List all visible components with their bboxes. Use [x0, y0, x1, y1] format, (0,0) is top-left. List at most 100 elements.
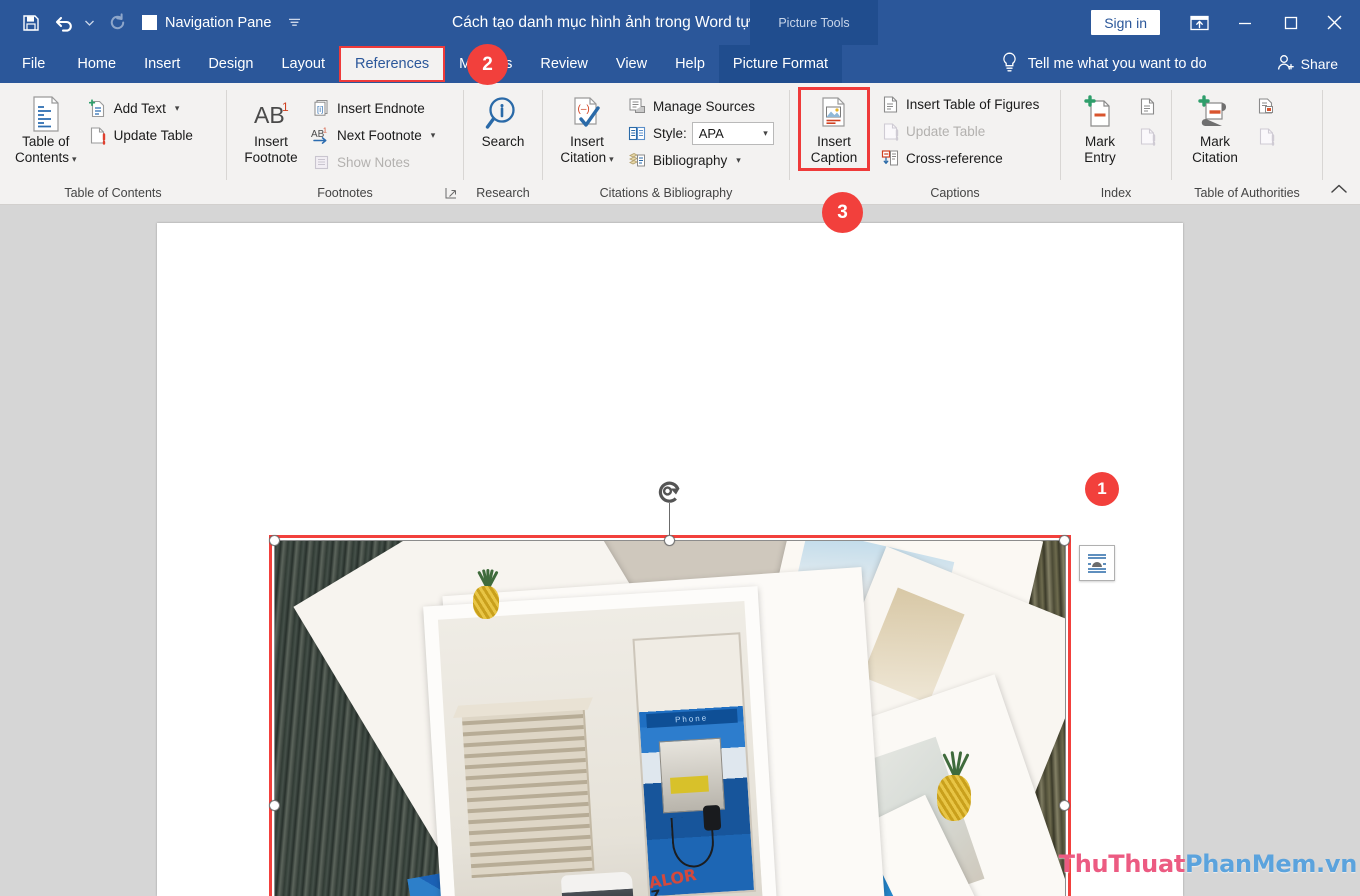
chevron-down-icon: ▾: [609, 154, 614, 164]
group-divider: [1322, 90, 1323, 180]
tell-me-and-share: Tell me what you want to do Share: [1001, 45, 1360, 83]
insert-endnote-button[interactable]: [i] Insert Endnote: [307, 95, 442, 121]
document-area[interactable]: Phone ALOR Z ThuThuatPhanMem.vn: [0, 205, 1360, 896]
minimize-icon[interactable]: [1222, 0, 1268, 45]
resize-handle-top-right[interactable]: [1059, 535, 1070, 546]
group-label-table-of-authorities: Table of Authorities: [1194, 186, 1300, 200]
callout-badge-1: 1: [1085, 472, 1119, 506]
site-watermark: ThuThuatPhanMem.vn: [1059, 850, 1358, 878]
title-bar-right-controls: Sign in: [1091, 0, 1360, 45]
tab-view[interactable]: View: [602, 45, 661, 83]
mark-citation-icon: [1196, 94, 1234, 134]
insert-citation-label-line2: Citation: [560, 150, 607, 165]
svg-text:(–): (–): [578, 104, 590, 115]
sign-in-button[interactable]: Sign in: [1091, 10, 1160, 35]
mark-citation-button[interactable]: Mark Citation: [1180, 89, 1250, 169]
selected-picture[interactable]: Phone ALOR Z: [269, 481, 1071, 896]
bibliography-icon: [627, 151, 647, 169]
cross-reference-label: Cross-reference: [906, 150, 1003, 166]
insert-footnote-button[interactable]: AB 1 Insert Footnote: [235, 89, 307, 169]
mark-citation-label-line2: Citation: [1192, 150, 1238, 165]
layout-options-button[interactable]: [1079, 545, 1115, 581]
share-person-icon: [1277, 54, 1295, 74]
collapse-ribbon-icon[interactable]: [1326, 178, 1352, 200]
ribbon-group-table-of-authorities: Mark Citation Table of Authorities: [1172, 83, 1322, 204]
insert-citation-button[interactable]: (–) Insert Citation ▾: [551, 89, 623, 170]
bibliography-button[interactable]: Bibliography ▾: [623, 147, 781, 173]
insert-index-button[interactable]: [1134, 93, 1160, 119]
table-of-contents-icon: [29, 94, 63, 134]
mark-entry-icon: [1083, 94, 1117, 134]
insert-table-of-figures-button[interactable]: Insert Table of Figures: [876, 91, 1046, 117]
update-table-of-figures-button: Update Table: [876, 118, 1046, 144]
tab-file[interactable]: File: [0, 45, 63, 83]
insert-endnote-label: Insert Endnote: [337, 100, 425, 116]
tab-home[interactable]: Home: [63, 45, 130, 83]
undo-icon[interactable]: [48, 6, 82, 40]
tab-review[interactable]: Review: [526, 45, 602, 83]
share-button[interactable]: Share: [1277, 54, 1360, 74]
rotate-handle-stem: [669, 503, 670, 535]
tell-me-button[interactable]: Tell me what you want to do: [1001, 52, 1277, 77]
search-button[interactable]: Search: [474, 89, 532, 153]
manage-sources-button[interactable]: Manage Sources: [623, 93, 781, 119]
table-of-contents-button[interactable]: Table of Contents ▾: [8, 89, 84, 170]
undo-dropdown-icon[interactable]: [82, 6, 96, 40]
chevron-down-icon: ▾: [72, 154, 77, 164]
show-notes-button: Show Notes: [307, 149, 442, 175]
resize-handle-top-center[interactable]: [664, 535, 675, 546]
insert-footnote-label-line1: Insert: [254, 134, 288, 149]
customize-quick-access-toolbar-icon[interactable]: [279, 6, 309, 40]
svg-text:[i]: [i]: [317, 105, 323, 114]
ribbon-display-options-icon[interactable]: [1176, 0, 1222, 45]
tab-picture-format[interactable]: Picture Format: [718, 45, 842, 83]
chevron-down-icon: ▾: [174, 102, 180, 113]
photo-phone-panel: [658, 737, 726, 814]
next-footnote-button[interactable]: AB 1 Next Footnote ▾: [307, 122, 442, 148]
manage-sources-label: Manage Sources: [653, 98, 756, 114]
tab-references[interactable]: References: [339, 46, 446, 82]
insert-table-of-authorities-button[interactable]: [1253, 93, 1279, 119]
rotate-handle-icon[interactable]: [655, 477, 685, 507]
resize-handle-top-left[interactable]: [269, 535, 280, 546]
citation-style-icon: [627, 125, 647, 142]
add-text-button[interactable]: Add Text ▾: [84, 95, 200, 121]
close-icon[interactable]: [1314, 0, 1360, 45]
photo-phone-booth-label: Phone: [645, 708, 738, 729]
mark-entry-button[interactable]: Mark Entry: [1069, 89, 1131, 169]
citations-commands: Manage Sources Style: APA ▾ Bibliography…: [623, 89, 781, 173]
footnotes-dialog-launcher-icon[interactable]: [443, 185, 459, 201]
bibliography-label: Bibliography: [653, 152, 728, 168]
cross-reference-icon: [880, 149, 900, 167]
tab-help[interactable]: Help: [661, 45, 719, 83]
photo-street-scene: Phone ALOR Z: [437, 600, 766, 896]
tab-insert[interactable]: Insert: [130, 45, 194, 83]
callout-badge-2: 2: [467, 44, 508, 85]
cross-reference-button[interactable]: Cross-reference: [876, 145, 1046, 171]
insert-caption-icon: [817, 94, 851, 134]
svg-text:AB: AB: [254, 102, 285, 128]
tell-me-label: Tell me what you want to do: [1027, 56, 1207, 72]
redo-icon[interactable]: [100, 6, 134, 40]
captions-commands: Insert Table of Figures Update Table Cro…: [870, 85, 1046, 171]
contextual-tools-label: Picture Tools: [750, 0, 878, 45]
resize-handle-middle-left[interactable]: [269, 800, 280, 811]
tab-design[interactable]: Design: [194, 45, 267, 83]
update-table-of-contents-button[interactable]: Update Table: [84, 122, 200, 148]
citation-style-label: Style:: [653, 125, 687, 141]
photo-palm-leaves: [751, 873, 841, 896]
insert-endnote-icon: [i]: [311, 99, 331, 117]
save-icon[interactable]: [14, 6, 48, 40]
navigation-pane-label: Navigation Pane: [165, 14, 272, 31]
insert-caption-button[interactable]: Insert Caption: [798, 87, 870, 171]
tab-layout[interactable]: Layout: [267, 45, 339, 83]
ribbon-group-table-of-contents: Table of Contents ▾ Add Text ▾ Update Ta…: [0, 83, 226, 204]
navigation-pane-button[interactable]: Navigation Pane: [134, 6, 279, 40]
citation-style-combobox[interactable]: APA ▾: [691, 121, 774, 145]
citation-style-row: Style: APA ▾: [623, 120, 781, 146]
update-table-icon: [880, 122, 900, 141]
maximize-icon[interactable]: [1268, 0, 1314, 45]
chevron-down-icon: ▾: [736, 154, 741, 165]
update-table-of-authorities-button: [1253, 123, 1279, 149]
resize-handle-middle-right[interactable]: [1059, 800, 1070, 811]
